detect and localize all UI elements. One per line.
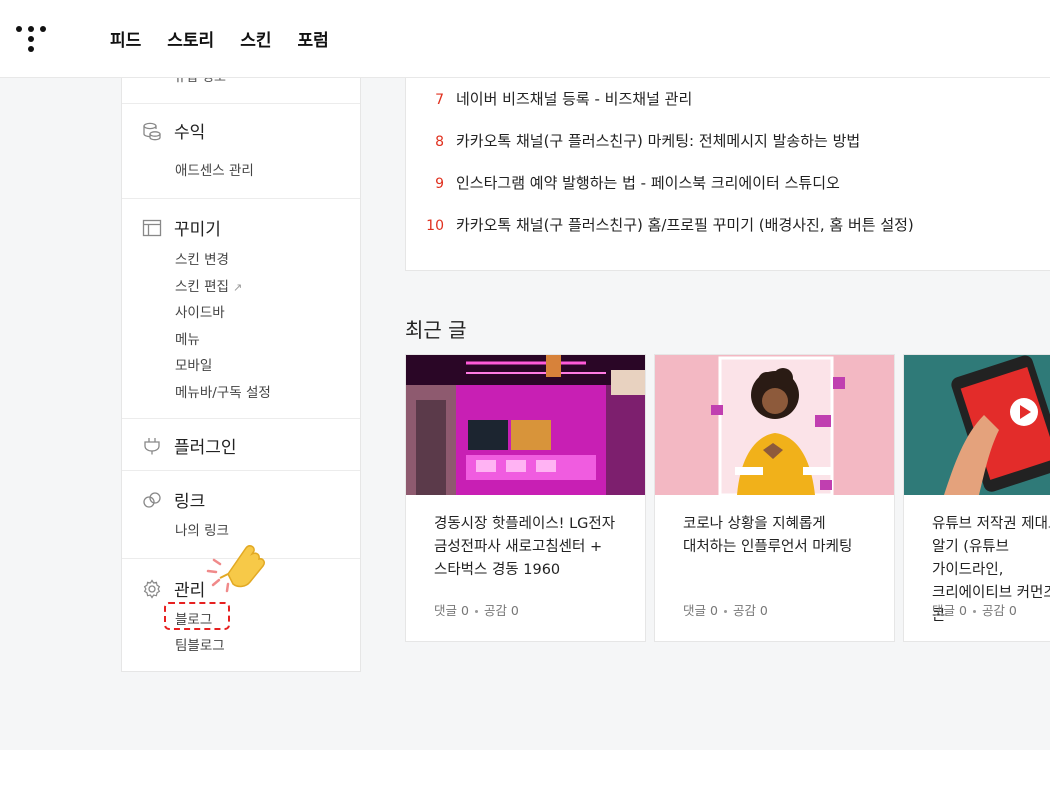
sidebar-head-decorate[interactable]: 꾸미기 bbox=[142, 215, 221, 240]
footer-band bbox=[0, 750, 1050, 787]
comment-count: 댓글 0 bbox=[932, 603, 967, 618]
post-card[interactable]: 코로나 상황을 지혜롭게 대처하는 인플루언서 마케팅 댓글 0 공감 0 bbox=[654, 354, 895, 642]
post-rank: 7 bbox=[435, 92, 444, 108]
plug-icon bbox=[144, 437, 160, 454]
sidebar-item-sidebar[interactable]: 사이드바 bbox=[175, 301, 225, 321]
sidebar-section-plugin: 플러그인 bbox=[122, 418, 360, 470]
popular-post-row[interactable]: 9 인스타그램 예약 발행하는 법 - 페이스북 크리에이터 스튜디오 bbox=[406, 172, 840, 193]
sidebar-head-manage[interactable]: 관리 bbox=[142, 576, 205, 601]
post-rank: 10 bbox=[426, 218, 444, 234]
nav-forum[interactable]: 포럼 bbox=[297, 26, 328, 51]
popular-post-row[interactable]: 10 카카오톡 채널(구 플러스친구) 홈/프로필 꾸미기 (배경사진, 홈 버… bbox=[406, 214, 914, 235]
popular-posts-card: 7 네이버 비즈채널 등록 - 비즈채널 관리 8 카카오톡 채널(구 플러스친… bbox=[405, 78, 1050, 271]
main-nav: 피드 스토리 스킨 포럼 bbox=[110, 26, 329, 51]
highlight-annotation bbox=[164, 602, 230, 630]
coins-icon bbox=[143, 122, 161, 140]
sidebar-item-menubar[interactable]: 메뉴바/구독 설정 bbox=[175, 381, 271, 401]
like-count: 공감 0 bbox=[483, 603, 519, 618]
post-thumbnail bbox=[406, 355, 645, 495]
post-card-meta: 댓글 0 공감 0 bbox=[683, 600, 768, 619]
sidebar-item-skin-edit[interactable]: 스킨 편집 ↗ bbox=[175, 275, 242, 295]
pointing-hand-icon bbox=[206, 545, 265, 593]
sidebar-item-team-blog[interactable]: 팀블로그 bbox=[175, 634, 225, 654]
gear-icon bbox=[143, 578, 161, 599]
external-link-icon: ↗ bbox=[232, 281, 243, 294]
post-card-meta: 댓글 0 공감 0 bbox=[434, 600, 519, 619]
sidebar-head-label: 수익 bbox=[174, 123, 206, 143]
sidebar-head-plugin[interactable]: 플러그인 bbox=[142, 433, 237, 458]
post-rank: 8 bbox=[435, 134, 444, 150]
separator-dot bbox=[723, 610, 727, 613]
sidebar-head-label: 플러그인 bbox=[174, 438, 237, 458]
link-icon bbox=[143, 491, 161, 508]
post-title: 네이버 비즈채널 등록 - 비즈채널 관리 bbox=[456, 90, 693, 108]
sidebar-item-adsense[interactable]: 애드센스 관리 bbox=[175, 159, 254, 179]
sidebar-item-mobile[interactable]: 모바일 bbox=[175, 354, 212, 374]
top-navigation-bar: 피드 스토리 스킨 포럼 bbox=[0, 0, 1050, 78]
like-count: 공감 0 bbox=[981, 603, 1017, 618]
separator-dot bbox=[972, 610, 976, 613]
sidebar-head-revenue[interactable]: 수익 bbox=[142, 118, 205, 143]
recent-posts-heading: 최근 글 bbox=[405, 318, 467, 342]
post-title: 인스타그램 예약 발행하는 법 - 페이스북 크리에이터 스튜디오 bbox=[456, 174, 840, 192]
post-thumbnail bbox=[904, 355, 1050, 495]
nav-feed[interactable]: 피드 bbox=[110, 26, 141, 51]
sidebar-item-label: 스킨 편집 bbox=[175, 279, 229, 295]
post-rank: 9 bbox=[435, 176, 444, 192]
post-card[interactable]: 유튜브 저작권 제대로 알기 (유튜브 가이드라인, 크리에이티브 커먼즈,콘 … bbox=[903, 354, 1050, 642]
post-thumbnail bbox=[655, 355, 894, 495]
sidebar-head-link[interactable]: 링크 bbox=[142, 487, 205, 512]
separator-dot bbox=[474, 610, 478, 613]
popular-post-row[interactable]: 8 카카오톡 채널(구 플러스친구) 마케팅: 전체메시지 발송하는 방법 bbox=[406, 130, 860, 151]
sidebar-head-label: 링크 bbox=[174, 492, 206, 512]
tistory-logo-icon[interactable] bbox=[16, 24, 46, 54]
post-title: 카카오톡 채널(구 플러스친구) 마케팅: 전체메시지 발송하는 방법 bbox=[456, 132, 861, 150]
sidebar-head-label: 꾸미기 bbox=[174, 220, 221, 240]
sidebar-section-revenue: 수익 애드센스 관리 bbox=[122, 103, 360, 198]
sidebar-item-skin-change[interactable]: 스킨 변경 bbox=[175, 248, 229, 268]
post-card[interactable]: 경동시장 핫플레이스! LG전자 금성전파사 새로고침센터 + 스타벅스 경동 … bbox=[405, 354, 646, 642]
like-count: 공감 0 bbox=[732, 603, 768, 618]
nav-story[interactable]: 스토리 bbox=[167, 26, 214, 51]
post-card-title: 경동시장 핫플레이스! LG전자 금성전파사 새로고침센터 + 스타벅스 경동 … bbox=[434, 516, 616, 578]
post-card-title: 코로나 상황을 지혜롭게 대처하는 인플루언서 마케팅 bbox=[683, 516, 853, 555]
comment-count: 댓글 0 bbox=[434, 603, 469, 618]
post-card-meta: 댓글 0 공감 0 bbox=[932, 600, 1017, 619]
sidebar-section-decorate: 꾸미기 스킨 변경 스킨 편집 ↗ 사이드바 메뉴 모바일 메뉴바/구독 설정 bbox=[122, 198, 360, 418]
comment-count: 댓글 0 bbox=[683, 603, 718, 618]
layout-icon bbox=[142, 219, 162, 236]
sidebar-item-menu[interactable]: 메뉴 bbox=[175, 328, 200, 348]
post-title: 카카오톡 채널(구 플러스친구) 홈/프로필 꾸미기 (배경사진, 홈 버튼 설… bbox=[456, 216, 914, 234]
popular-post-row[interactable]: 7 네이버 비즈채널 등록 - 비즈채널 관리 bbox=[406, 88, 692, 109]
nav-skin[interactable]: 스킨 bbox=[240, 26, 271, 51]
sidebar-head-label: 관리 bbox=[174, 581, 206, 601]
